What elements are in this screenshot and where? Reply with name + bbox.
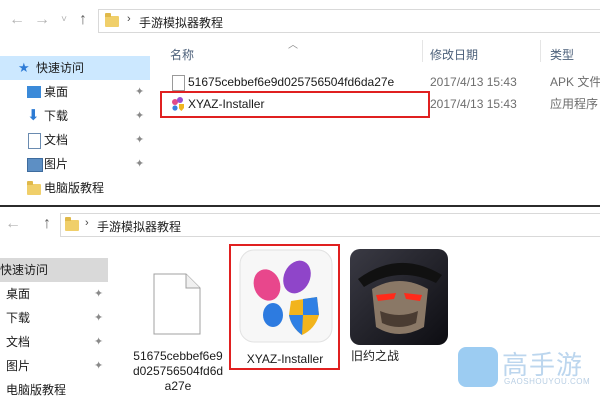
gaoshouyou-watermark-logo: 高手游 GAOSHOUYOU.COM bbox=[458, 347, 590, 395]
column-divider[interactable] bbox=[540, 40, 541, 62]
nav-item-pictures[interactable]: 图片 ✦ bbox=[0, 152, 150, 176]
breadcrumb-separator-icon[interactable]: › bbox=[85, 217, 89, 229]
address-field[interactable]: › 手游模拟器教程 bbox=[60, 213, 600, 237]
breadcrumb-folder[interactable]: 手游模拟器教程 bbox=[139, 14, 223, 31]
nav-item-pc-tutorials[interactable]: 电脑版教程 bbox=[0, 176, 150, 200]
breadcrumb-folder[interactable]: 手游模拟器教程 bbox=[97, 218, 181, 235]
highlight-box bbox=[229, 244, 340, 370]
column-header-date[interactable]: 修改日期 bbox=[430, 46, 478, 63]
pin-icon[interactable]: ✦ bbox=[135, 152, 144, 176]
column-header-type[interactable]: 类型 bbox=[550, 46, 574, 63]
file-tile[interactable]: 旧约之战 bbox=[350, 249, 450, 367]
nav-item-downloads[interactable]: 下载 ✦ bbox=[0, 306, 108, 330]
nav-item-documents[interactable]: 文档 ✦ bbox=[0, 330, 108, 354]
nav-item-pc-tutorials[interactable]: 电脑版教程 bbox=[0, 378, 108, 400]
back-arrow-icon[interactable]: ← bbox=[4, 215, 22, 233]
recent-locations-chevron-icon[interactable]: ˅ bbox=[55, 11, 73, 29]
back-arrow-icon[interactable]: ← bbox=[8, 11, 26, 29]
address-bar: ← → ˅ ↑ › 手游模拟器教程 bbox=[0, 5, 600, 35]
nav-item-quick-access[interactable]: ★ 快速访问 bbox=[0, 56, 150, 80]
desktop-icon bbox=[27, 86, 41, 98]
blank-file-icon bbox=[153, 273, 201, 335]
up-arrow-icon[interactable]: ↑ bbox=[74, 11, 92, 29]
pin-icon[interactable]: ✦ bbox=[135, 80, 144, 104]
sort-ascending-icon: ︿ bbox=[288, 40, 298, 51]
address-field[interactable]: › 手游模拟器教程 bbox=[98, 9, 600, 33]
download-icon: ⬇ bbox=[27, 107, 40, 124]
pictures-icon bbox=[27, 158, 43, 172]
pin-icon[interactable]: ✦ bbox=[94, 330, 103, 354]
star-icon: ★ bbox=[18, 60, 30, 75]
column-header-name[interactable]: 名称 bbox=[170, 46, 194, 63]
file-tile[interactable]: 51675cebbef6e9d025756504fd6da27e bbox=[130, 249, 226, 399]
pin-icon[interactable]: ✦ bbox=[135, 128, 144, 152]
folder-icon bbox=[65, 217, 79, 231]
file-icon bbox=[172, 75, 185, 91]
explorer-window-large-icons: ← ↑ › 手游模拟器教程 快速访问 桌面 ✦ 下载 ✦ 文档 ✦ 图片 ✦ 电… bbox=[0, 207, 600, 400]
explorer-window-details: ← → ˅ ↑ › 手游模拟器教程 ★ 快速访问 桌面 ✦ ⬇ 下载 ✦ 文档 … bbox=[0, 0, 600, 207]
forward-arrow-icon[interactable]: → bbox=[33, 11, 51, 29]
documents-icon bbox=[28, 133, 41, 149]
nav-item-documents[interactable]: 文档 ✦ bbox=[0, 128, 150, 152]
nav-item-quick-access[interactable]: 快速访问 bbox=[0, 258, 108, 282]
nav-item-desktop[interactable]: 桌面 ✦ bbox=[0, 80, 150, 104]
up-arrow-icon[interactable]: ↑ bbox=[38, 215, 56, 233]
nav-item-pictures[interactable]: 图片 ✦ bbox=[0, 354, 108, 378]
pin-icon[interactable]: ✦ bbox=[135, 104, 144, 128]
gaoshouyou-logo-icon bbox=[458, 347, 498, 387]
address-bar: ← ↑ › 手游模拟器教程 bbox=[0, 209, 600, 239]
folder-icon bbox=[105, 13, 119, 27]
file-row[interactable]: 51675cebbef6e9d025756504fd6da27e 2017/4/… bbox=[160, 71, 600, 93]
pin-icon[interactable]: ✦ bbox=[94, 306, 103, 330]
breadcrumb-separator-icon[interactable]: › bbox=[127, 13, 131, 25]
nav-item-downloads[interactable]: ⬇ 下载 ✦ bbox=[0, 104, 150, 128]
highlight-box bbox=[160, 91, 430, 118]
pin-icon[interactable]: ✦ bbox=[94, 282, 103, 306]
game-thumbnail-icon bbox=[350, 249, 448, 345]
nav-item-desktop[interactable]: 桌面 ✦ bbox=[0, 282, 108, 306]
column-divider[interactable] bbox=[422, 40, 423, 62]
folder-icon bbox=[27, 181, 41, 195]
pin-icon[interactable]: ✦ bbox=[94, 354, 103, 378]
